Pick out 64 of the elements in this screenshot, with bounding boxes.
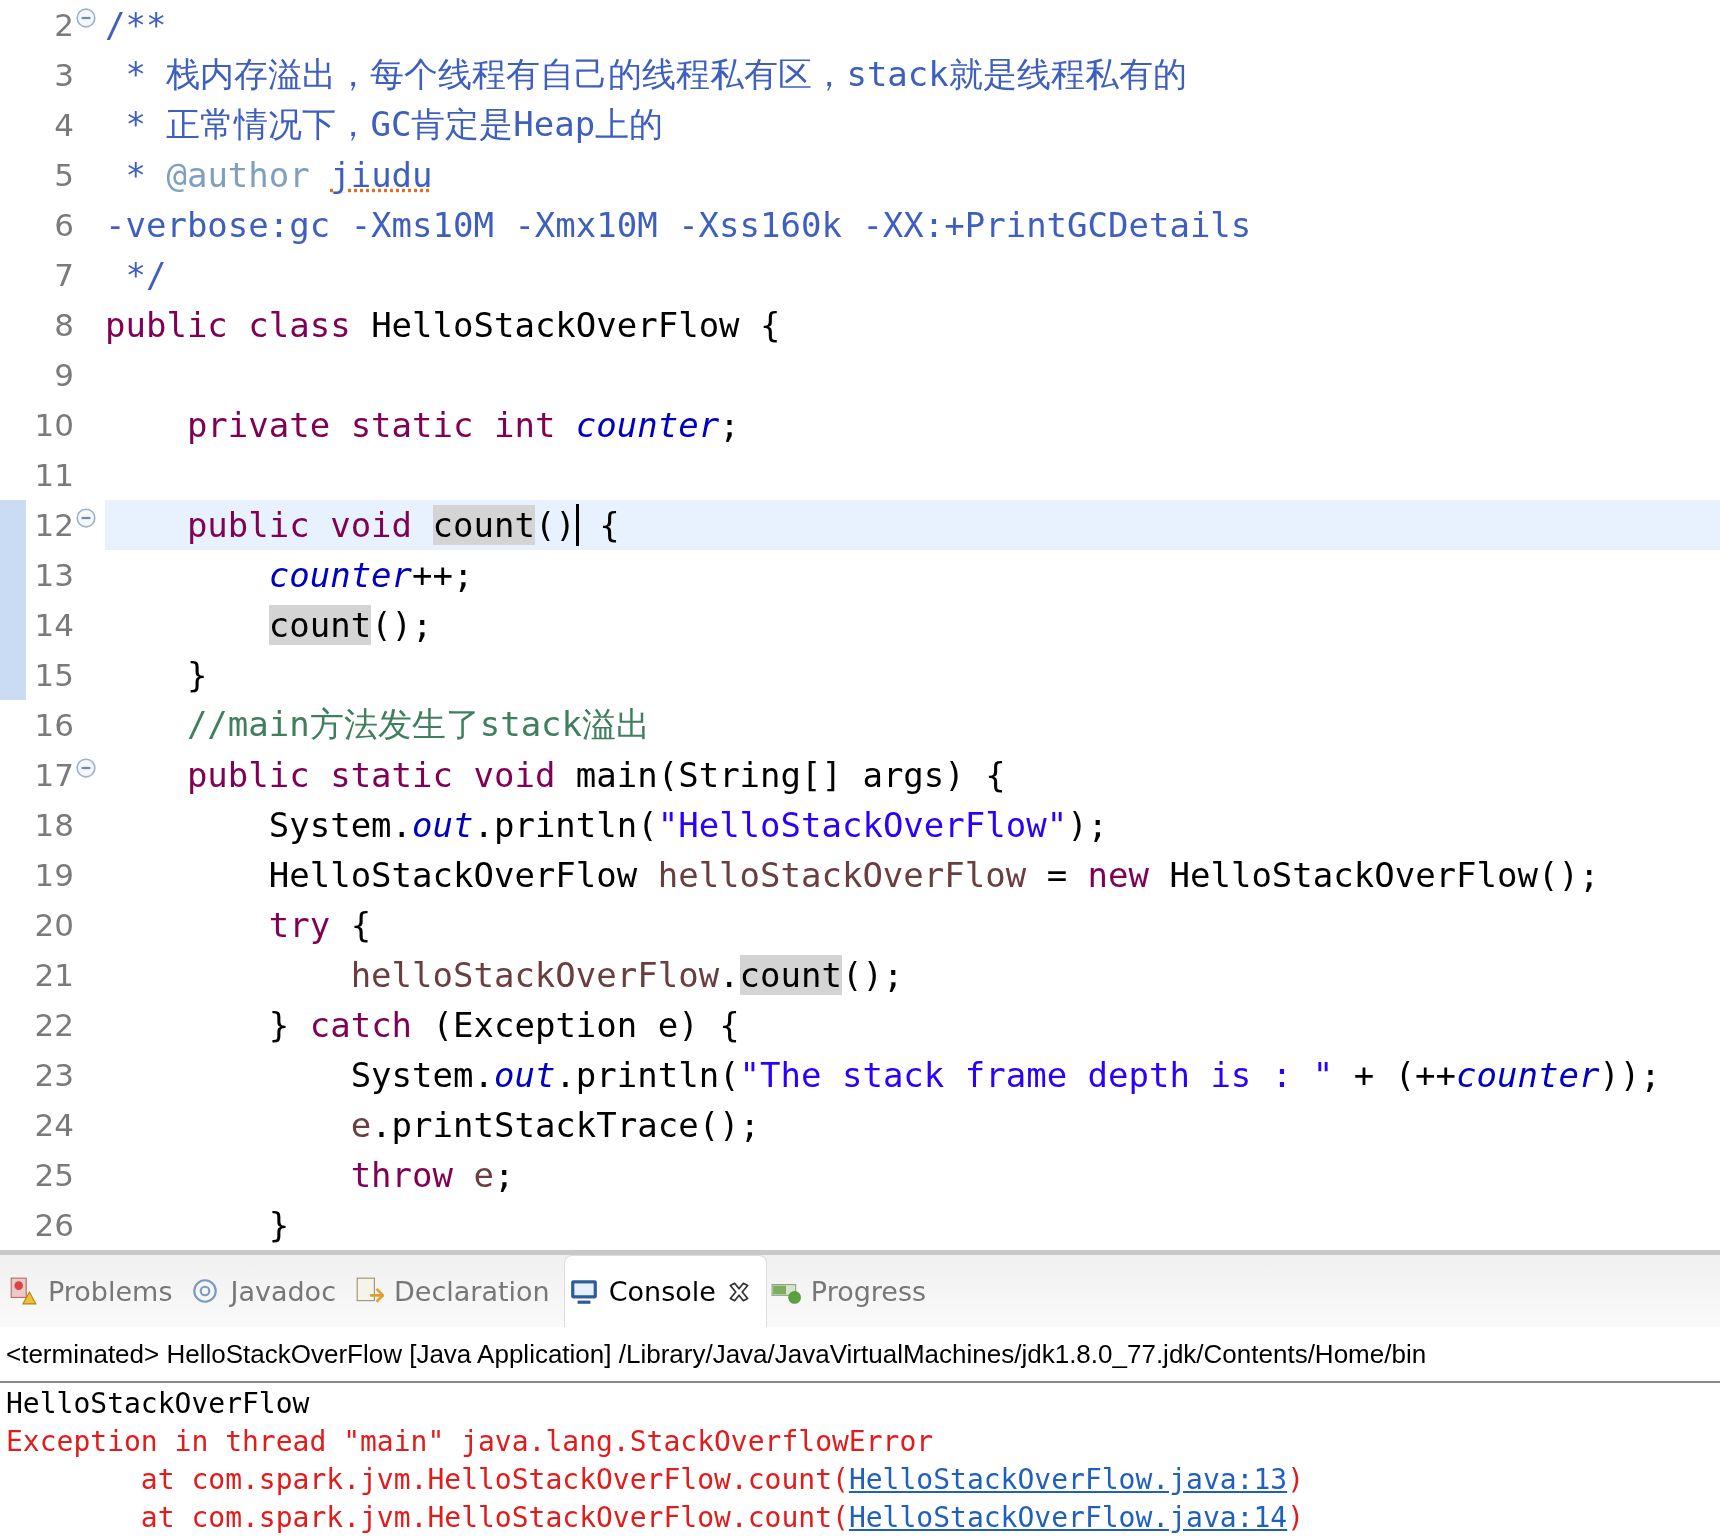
view-tab[interactable]: Progress [766,1255,941,1327]
console-line: at com.spark.jvm.HelloStackOverFlow.count(HelloStackOverFlow.java:14) [139,1500,1306,1536]
code-line: throw e; [349,1155,515,1195]
line-number: 8 [53,307,74,343]
code-line: -verbose:gc -Xms10M -Xmx10M -Xss160k -XX:+PrintGCDetails [105,205,1252,245]
line-number: 7 [53,257,74,293]
code-line: * @author jiudu [124,155,433,195]
console-line: HelloStackOverFlow [5,1386,311,1422]
console-line: Exception in thread "main" java.lang.StackOverflowError [5,1424,935,1460]
line-number: 10 [33,407,74,443]
line-number: 14 [33,607,74,643]
line-number: 11 [33,457,74,493]
view-tab[interactable]: Declaration [350,1255,564,1327]
view-tab[interactable]: Console [563,1255,767,1327]
line-number: 2 [53,7,74,43]
line-number: 23 [33,1057,74,1093]
code-line: } [267,1205,290,1245]
code-line: public void count() { [185,504,620,546]
code-line: try { [267,905,372,945]
line-number: 15 [33,657,74,693]
warning-flag-icon [8,1276,38,1306]
line-number: 3 [53,57,74,93]
code-line: helloStackOverFlow.count(); [349,955,904,995]
code-line: public class HelloStackOverFlow { [105,305,781,345]
view-tab[interactable]: Javadoc [186,1255,350,1327]
code-line: public static void main(String[] args) { [185,755,1006,795]
line-number: 12 [33,507,74,543]
line-number: 9 [53,357,74,393]
line-number: 24 [33,1107,74,1143]
line-number: 22 [33,1007,74,1043]
line-number: 13 [33,557,74,593]
code-line: e.printStackTrace(); [349,1105,761,1145]
console-header: <terminated> HelloStackOverFlow [Java Application] /Library/Java/JavaVirtualMachines/jdk1.8.0_77.jdk/Contents/Home/bin [6,1338,1427,1370]
code-line: HelloStackOverFlow helloStackOverFlow = new HelloStackOverFlow(); [267,855,1600,895]
line-number: 21 [33,957,74,993]
view-tab[interactable]: Problems [4,1255,187,1327]
line-number: 5 [53,157,74,193]
collapse-icon[interactable] [75,757,97,779]
code-line: */ [124,255,167,295]
code-line: } [185,655,208,695]
code-line: private static int counter; [185,405,740,445]
stack-trace-link[interactable]: HelloStackOverFlow.java:14 [848,1501,1288,1534]
code-line: System.out.println("HelloStackOverFlow"); [267,805,1109,845]
code-line: System.out.println("The stack frame depth is : " + (++counter)); [349,1055,1661,1095]
code-line: * 正常情况下，GC肯定是Heap上的 [124,103,664,146]
console-line: at com.spark.jvm.HelloStackOverFlow.count(HelloStackOverFlow.java:13) [139,1462,1306,1498]
line-number: 18 [33,807,74,843]
line-number: 6 [53,207,74,243]
code-line: } catch (Exception e) { [267,1005,740,1045]
line-number: 19 [33,857,74,893]
code-line: counter++; [267,555,474,595]
line-number: 20 [33,907,74,943]
line-number: 26 [33,1207,74,1243]
collapse-icon[interactable] [75,7,97,29]
code-line: * 栈内存溢出，每个线程有自己的线程私有区，stack就是线程私有的 [124,53,1187,96]
document-arrow-icon [354,1276,384,1306]
line-number: 25 [33,1157,74,1193]
code-line: /** [105,5,167,45]
code-line: //main方法发生了stack溢出 [185,703,651,746]
line-number: 4 [53,107,74,143]
line-number: 17 [33,757,74,793]
line-number: 16 [33,707,74,743]
stack-trace-link[interactable]: HelloStackOverFlow.java:13 [848,1463,1288,1496]
collapse-icon[interactable] [75,507,97,529]
